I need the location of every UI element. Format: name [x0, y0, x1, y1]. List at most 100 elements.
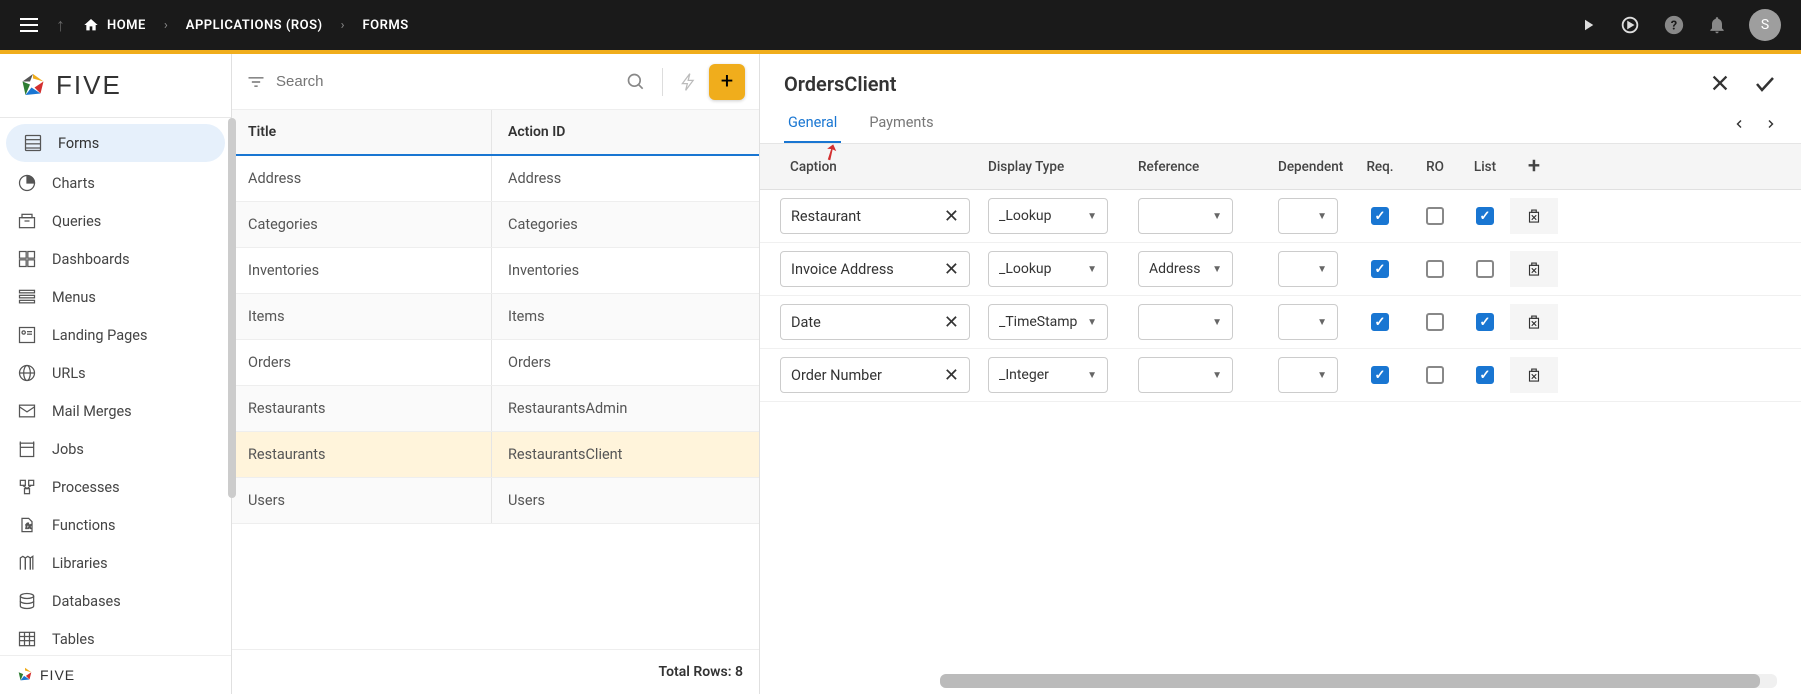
caption-input[interactable]: Restaurant✕ — [780, 198, 970, 234]
reference-select[interactable]: ▼ — [1138, 304, 1233, 340]
nav-icon — [16, 210, 38, 232]
bolt-icon[interactable] — [679, 70, 699, 94]
list-checkbox[interactable] — [1476, 366, 1494, 384]
delete-field-button[interactable] — [1510, 198, 1558, 234]
delete-field-button[interactable] — [1510, 357, 1558, 393]
next-tab-icon[interactable] — [1765, 118, 1777, 130]
nav-label: Mail Merges — [52, 403, 132, 420]
clear-icon[interactable]: ✕ — [944, 312, 959, 333]
sidebar-item-mail-merges[interactable]: Mail Merges — [0, 392, 231, 430]
list-checkbox[interactable] — [1476, 313, 1494, 331]
list-row[interactable]: ItemsItems — [232, 294, 759, 340]
display-type-select[interactable]: _Lookup▼ — [988, 198, 1108, 234]
list-checkbox[interactable] — [1476, 260, 1494, 278]
col-caption: Caption — [760, 159, 980, 175]
breadcrumb-app[interactable]: APPLICATIONS (ROS) — [186, 18, 323, 33]
reference-select[interactable]: ▼ — [1138, 198, 1233, 234]
sidebar-item-tables[interactable]: Tables — [0, 620, 231, 655]
clear-icon[interactable]: ✕ — [944, 365, 959, 386]
list-row[interactable]: CategoriesCategories — [232, 202, 759, 248]
prev-tab-icon[interactable] — [1733, 118, 1745, 130]
nav-icon — [16, 628, 38, 650]
nav-icon — [16, 286, 38, 308]
display-type-select[interactable]: _Integer▼ — [988, 357, 1108, 393]
req-checkbox[interactable] — [1371, 366, 1389, 384]
clear-icon[interactable]: ✕ — [944, 206, 959, 227]
display-type-select[interactable]: _TimeStamp▼ — [988, 304, 1108, 340]
sidebar-item-databases[interactable]: Databases — [0, 582, 231, 620]
debug-icon[interactable] — [1619, 14, 1641, 36]
add-field-button[interactable]: + — [1510, 154, 1558, 179]
delete-field-button[interactable] — [1510, 251, 1558, 287]
search-input[interactable] — [276, 73, 616, 90]
sidebar-item-libraries[interactable]: Libraries — [0, 544, 231, 582]
list-row[interactable]: RestaurantsRestaurantsClient — [232, 432, 759, 478]
header-action-id[interactable]: Action ID — [492, 110, 759, 154]
cell-title: Items — [232, 294, 492, 339]
sidebar-item-charts[interactable]: Charts — [0, 164, 231, 202]
ro-checkbox[interactable] — [1426, 207, 1444, 225]
cell-action-id: Inventories — [492, 248, 759, 293]
breadcrumb-forms[interactable]: FORMS — [363, 18, 409, 33]
ro-checkbox[interactable] — [1426, 260, 1444, 278]
dependent-select[interactable]: ▼ — [1278, 357, 1338, 393]
sidebar-item-forms[interactable]: Forms — [6, 124, 225, 162]
hamburger-menu-icon[interactable] — [20, 18, 38, 32]
ro-checkbox[interactable] — [1426, 366, 1444, 384]
nav-label: URLs — [52, 365, 86, 382]
caption-input[interactable]: Order Number✕ — [780, 357, 970, 393]
sidebar-item-urls[interactable]: URLs — [0, 354, 231, 392]
display-type-select[interactable]: _Lookup▼ — [988, 251, 1108, 287]
user-avatar[interactable]: S — [1749, 9, 1781, 41]
list-row[interactable]: UsersUsers — [232, 478, 759, 524]
tab-payments[interactable]: Payments — [865, 104, 937, 143]
cell-action-id: Orders — [492, 340, 759, 385]
ro-checkbox[interactable] — [1426, 313, 1444, 331]
req-checkbox[interactable] — [1371, 313, 1389, 331]
dependent-select[interactable]: ▼ — [1278, 251, 1338, 287]
list-row[interactable]: InventoriesInventories — [232, 248, 759, 294]
up-arrow-icon[interactable]: ↑ — [56, 15, 65, 36]
reference-select[interactable]: Address▼ — [1138, 251, 1233, 287]
sidebar-item-jobs[interactable]: Jobs — [0, 430, 231, 468]
horizontal-scrollbar[interactable] — [940, 674, 1777, 688]
footer-logo-text: FIVE — [40, 667, 75, 683]
caption-input[interactable]: Date✕ — [780, 304, 970, 340]
dependent-select[interactable]: ▼ — [1278, 304, 1338, 340]
caption-input[interactable]: Invoice Address✕ — [780, 251, 970, 287]
req-checkbox[interactable] — [1371, 260, 1389, 278]
close-icon[interactable] — [1709, 72, 1731, 96]
sidebar-item-processes[interactable]: Processes — [0, 468, 231, 506]
help-icon[interactable]: ? — [1663, 14, 1685, 36]
list-row[interactable]: OrdersOrders — [232, 340, 759, 386]
dependent-select[interactable]: ▼ — [1278, 198, 1338, 234]
trash-icon — [1525, 260, 1543, 278]
sidebar-item-queries[interactable]: Queries — [0, 202, 231, 240]
sidebar: FIVE FormsChartsQueriesDashboardsMenusLa… — [0, 54, 232, 694]
tab-general[interactable]: General — [784, 104, 841, 143]
bell-icon[interactable] — [1707, 15, 1727, 35]
check-icon[interactable] — [1753, 72, 1777, 96]
add-button[interactable]: + — [709, 64, 745, 100]
nav-icon — [16, 400, 38, 422]
clear-icon[interactable]: ✕ — [944, 259, 959, 280]
breadcrumb-home[interactable]: HOME — [83, 17, 146, 33]
sidebar-item-menus[interactable]: Menus — [0, 278, 231, 316]
filter-icon[interactable] — [246, 72, 266, 92]
list-checkbox[interactable] — [1476, 207, 1494, 225]
sidebar-item-functions[interactable]: fxFunctions — [0, 506, 231, 544]
req-checkbox[interactable] — [1371, 207, 1389, 225]
list-row[interactable]: RestaurantsRestaurantsAdmin — [232, 386, 759, 432]
play-icon[interactable] — [1579, 16, 1597, 34]
sidebar-scrollbar[interactable] — [228, 118, 236, 498]
delete-field-button[interactable] — [1510, 304, 1558, 340]
list-row[interactable]: AddressAddress — [232, 156, 759, 202]
nav-label: Libraries — [52, 555, 108, 572]
nav-icon — [16, 476, 38, 498]
field-row: Invoice Address✕ _Lookup▼ Address▼ ▼ — [760, 243, 1801, 296]
sidebar-item-landing-pages[interactable]: Landing Pages — [0, 316, 231, 354]
reference-select[interactable]: ▼ — [1138, 357, 1233, 393]
search-icon[interactable] — [626, 72, 646, 92]
header-title[interactable]: Title — [232, 110, 492, 154]
sidebar-item-dashboards[interactable]: Dashboards — [0, 240, 231, 278]
